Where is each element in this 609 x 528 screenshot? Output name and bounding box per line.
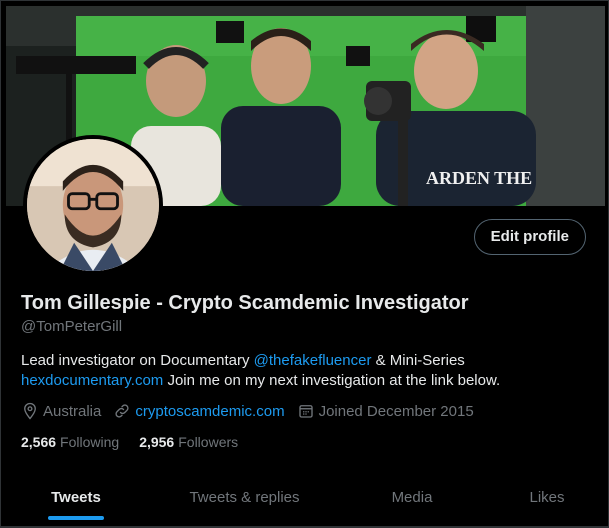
following-stat[interactable]: 2,566 Following	[21, 434, 119, 450]
website-link[interactable]: cryptoscamdemic.com	[135, 403, 284, 420]
tab-label: Media	[391, 489, 433, 506]
profile-bio: Lead investigator on Documentary @thefak…	[21, 351, 591, 391]
followers-count: 2,956	[139, 434, 175, 450]
active-tab-indicator	[48, 516, 104, 520]
avatar[interactable]	[23, 135, 163, 275]
profile-meta: Australia cryptoscamdemic.com Joined Dec…	[21, 402, 486, 420]
tab-label: Likes	[529, 489, 565, 506]
tab-tweets[interactable]: Tweets	[1, 469, 151, 526]
profile-handle: @TomPeterGill	[21, 318, 123, 335]
bio-text: Lead investigator on Documentary	[21, 352, 254, 369]
profile-tabs: Tweets Tweets & replies Media Likes	[1, 469, 608, 527]
followers-stat[interactable]: 2,956 Followers	[139, 434, 238, 450]
website[interactable]: cryptoscamdemic.com	[113, 402, 285, 420]
bio-text: Join me on my next investigation at the …	[163, 372, 501, 389]
tab-label: Tweets	[51, 489, 101, 506]
avatar-photo	[27, 139, 159, 271]
banner-shirt-text: ARDEN THE	[426, 168, 532, 188]
profile-page: ARDEN THE Edit profile Tom Gillespie - C…	[0, 0, 609, 528]
following-count: 2,566	[21, 434, 57, 450]
join-date-text: Joined December 2015	[318, 402, 474, 420]
tab-label: Tweets & replies	[189, 489, 300, 506]
tab-media[interactable]: Media	[338, 469, 486, 526]
location-pin-icon	[24, 402, 36, 420]
followers-label: Followers	[178, 434, 239, 450]
location: Australia	[21, 402, 101, 420]
profile-stats: 2,566 Following 2,956 Followers	[21, 434, 258, 450]
edit-profile-button[interactable]: Edit profile	[473, 219, 586, 255]
bio-text: & Mini-Series	[371, 352, 465, 369]
join-date: Joined December 2015	[297, 402, 474, 420]
link-icon	[115, 404, 129, 418]
bio-website-link[interactable]: hexdocumentary.com	[21, 372, 163, 389]
location-text: Australia	[43, 402, 102, 420]
following-label: Following	[60, 434, 120, 450]
profile-name: Tom Gillespie - Crypto Scamdemic Investi…	[21, 292, 469, 314]
calendar-icon	[298, 405, 313, 418]
bio-mention-link[interactable]: @thefakefluencer	[254, 352, 372, 369]
tab-tweets-and-replies[interactable]: Tweets & replies	[151, 469, 338, 526]
tab-likes[interactable]: Likes	[486, 469, 608, 526]
